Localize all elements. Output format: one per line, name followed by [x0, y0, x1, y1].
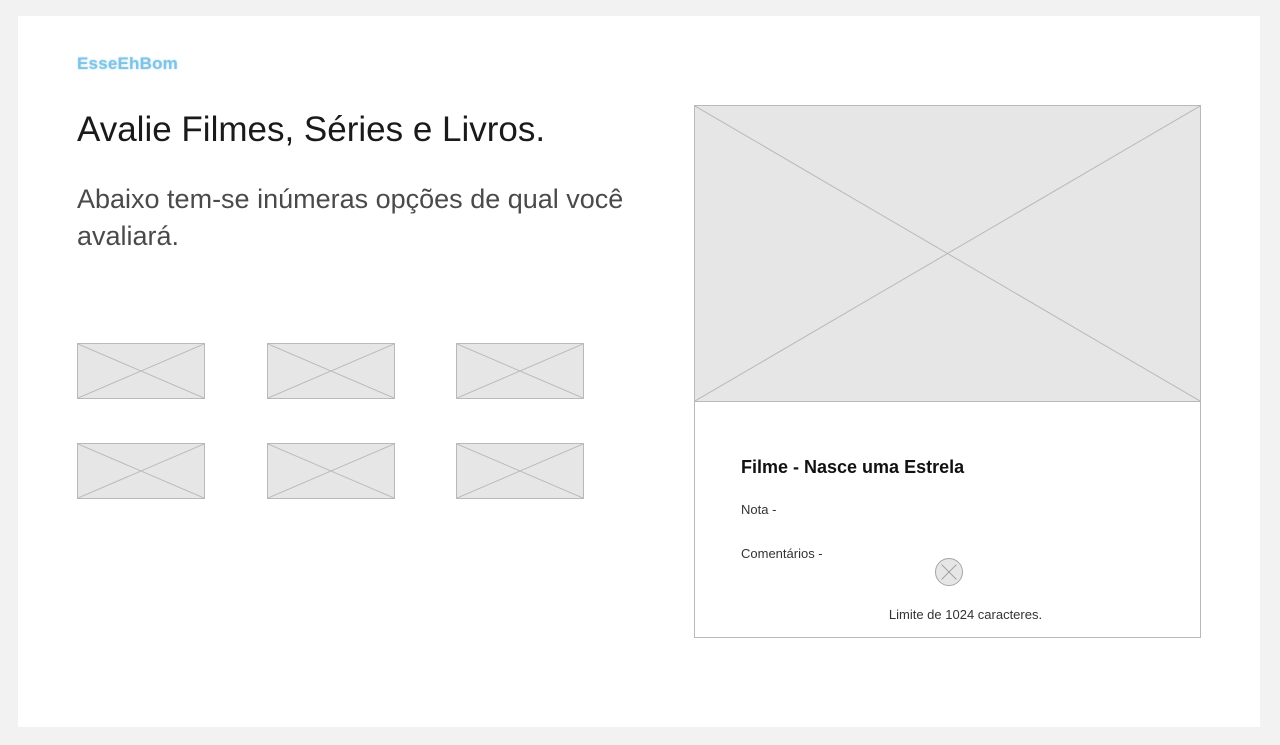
image-placeholder-icon — [268, 444, 394, 498]
character-limit-note: Limite de 1024 caracteres. — [888, 607, 1043, 622]
option-thumbnail-2[interactable] — [267, 343, 395, 399]
rating-label: Nota - — [741, 502, 777, 517]
page-title: Avalie Filmes, Séries e Livros. — [77, 110, 546, 149]
image-placeholder-icon — [457, 444, 583, 498]
image-placeholder-icon — [268, 344, 394, 398]
option-thumbnail-3[interactable] — [456, 343, 584, 399]
placeholder-circle-icon[interactable] — [935, 558, 963, 586]
option-thumbnail-4[interactable] — [77, 443, 205, 499]
review-card: Filme - Nasce uma Estrela Nota - Comentá… — [694, 105, 1201, 638]
option-thumbnail-6[interactable] — [456, 443, 584, 499]
option-thumbnail-1[interactable] — [77, 343, 205, 399]
image-placeholder-icon — [78, 344, 204, 398]
option-thumbnail-5[interactable] — [267, 443, 395, 499]
page-subtitle: Abaixo tem-se inúmeras opções de qual vo… — [77, 184, 624, 251]
page-frame: EsseEhBom Avalie Filmes, Séries e Livros… — [18, 16, 1260, 727]
close-icon — [941, 564, 957, 580]
brand-logo[interactable]: EsseEhBom — [77, 54, 178, 74]
image-placeholder-icon — [78, 444, 204, 498]
review-card-image — [695, 106, 1200, 402]
review-card-title: Filme - Nasce uma Estrela — [741, 457, 965, 477]
image-placeholder-icon — [457, 344, 583, 398]
image-placeholder-icon — [695, 106, 1200, 401]
comments-label: Comentários - — [741, 546, 823, 561]
